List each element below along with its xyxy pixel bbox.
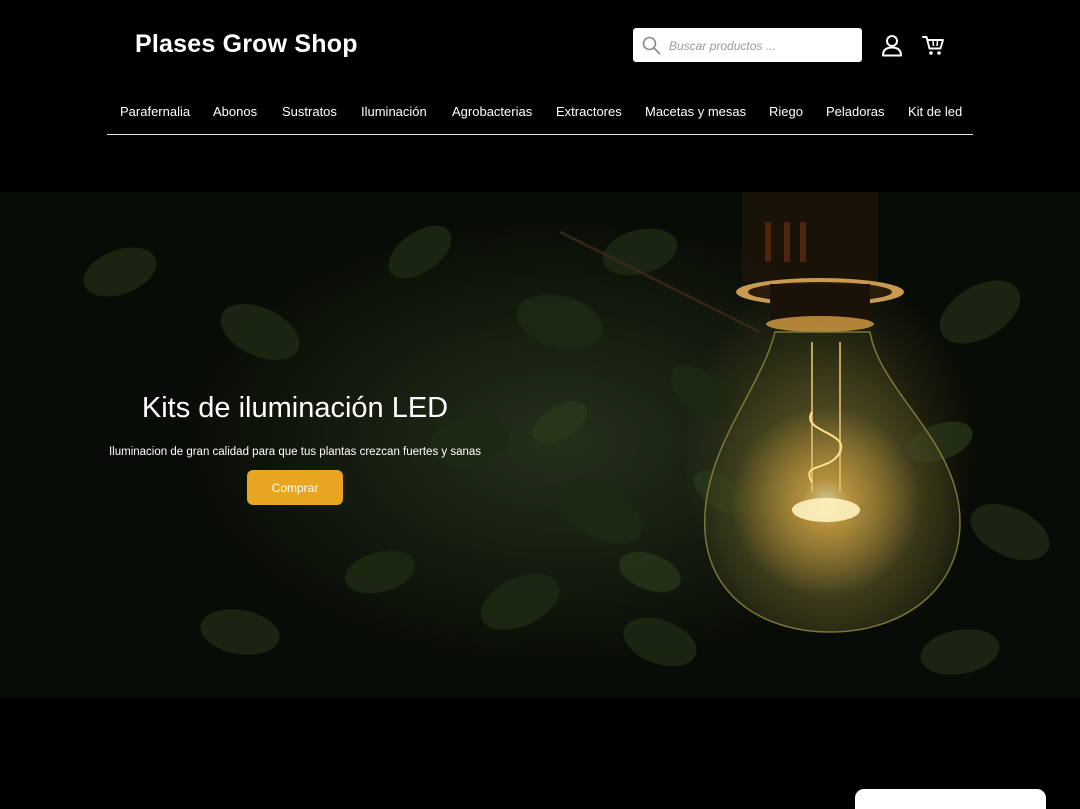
nav-item-kit-de-led[interactable]: Kit de led (908, 104, 962, 119)
search-form[interactable] (633, 28, 862, 64)
cart-icon[interactable] (922, 35, 945, 61)
nav-item-extractores[interactable]: Extractores (556, 104, 622, 119)
chat-widget-tab[interactable] (855, 789, 1046, 809)
search-input[interactable] (667, 28, 861, 64)
hero-banner: Kits de iluminación LED Iluminacion de g… (0, 192, 1080, 698)
nav-item-macetas-y-mesas[interactable]: Macetas y mesas (645, 104, 746, 119)
main-nav: Parafernalia Abonos Sustratos Iluminació… (107, 97, 973, 135)
nav-item-riego[interactable]: Riego (769, 104, 803, 119)
site-logo[interactable]: Plases Grow Shop (135, 30, 358, 59)
nav-item-agrobacterias[interactable]: Agrobacterias (452, 104, 532, 119)
nav-item-abonos[interactable]: Abonos (213, 104, 257, 119)
site-header: Plases Grow Shop Parafernalia Abonos Sus… (0, 0, 1080, 140)
nav-item-sustratos[interactable]: Sustratos (282, 104, 337, 119)
buy-button[interactable]: Comprar (247, 470, 343, 505)
hero-title: Kits de iluminación LED (141, 392, 449, 424)
hero-subtitle: Iluminacion de gran calidad para que tus… (108, 446, 482, 458)
nav-item-peladoras[interactable]: Peladoras (826, 104, 885, 119)
user-icon[interactable] (881, 34, 903, 62)
nav-item-iluminacion[interactable]: Iluminación (361, 104, 427, 119)
search-icon[interactable] (642, 36, 661, 60)
nav-item-parafernalia[interactable]: Parafernalia (120, 104, 190, 119)
hero-background-image (83, 192, 1050, 675)
